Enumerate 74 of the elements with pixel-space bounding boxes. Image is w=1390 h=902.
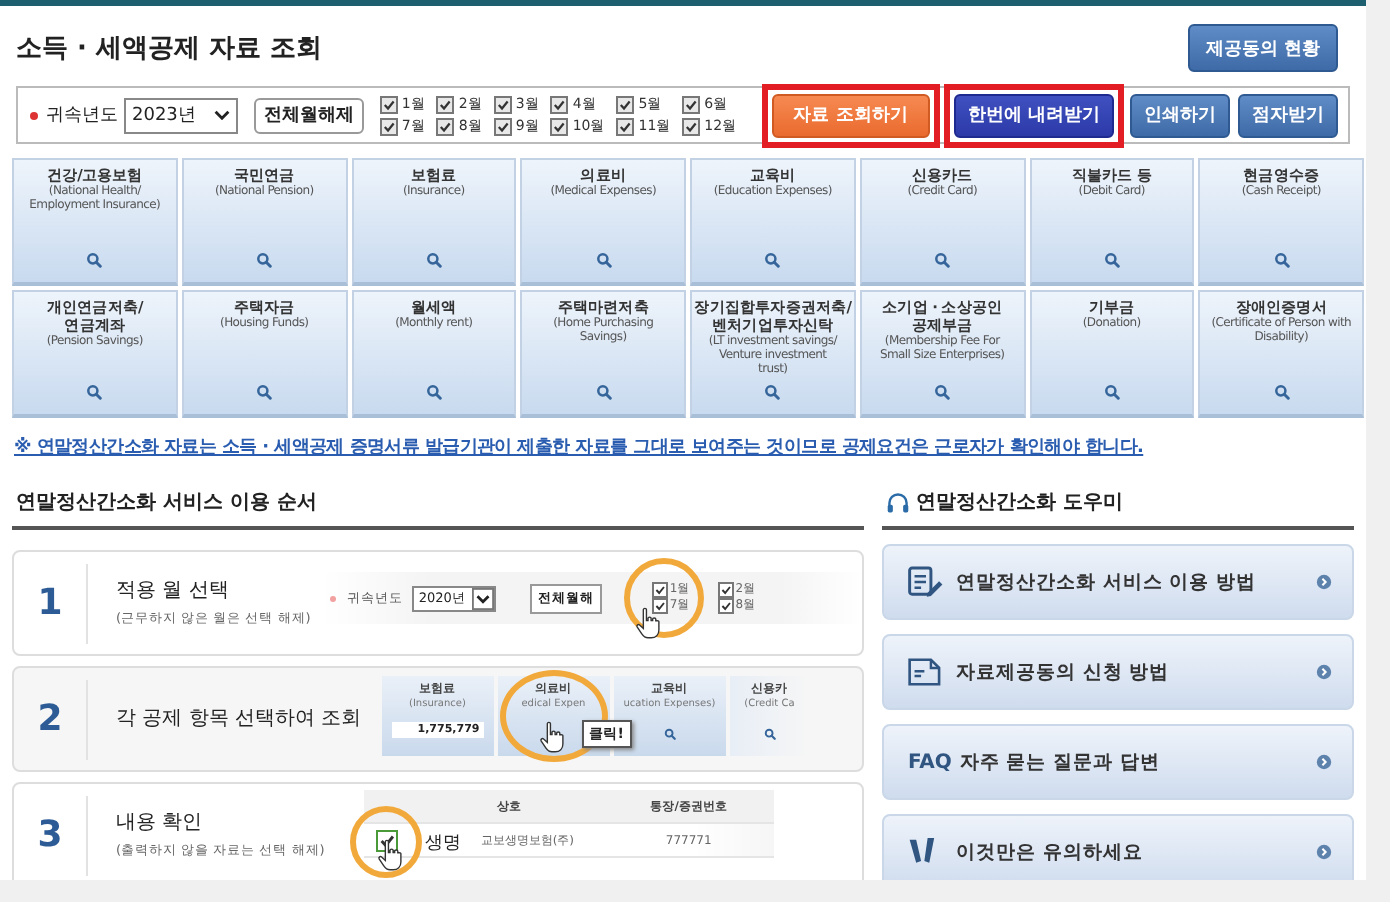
- chevron-down-icon: [213, 110, 230, 120]
- checkbox[interactable]: [616, 95, 635, 113]
- checkbox[interactable]: [493, 117, 512, 135]
- search-icon: [595, 384, 612, 400]
- document-pencil-icon: [908, 566, 944, 598]
- search-icon: [595, 252, 612, 268]
- page-title: 소득 · 세액공제 자료 조회: [16, 32, 323, 66]
- checkbox[interactable]: [717, 598, 734, 614]
- checkbox[interactable]: [682, 95, 701, 113]
- notice-link[interactable]: ※ 연말정산간소화 자료는 소득 · 세액공제 증명서류 발급기관이 제출한 자료를 그대로 보여주는 것이므로 공제요건은 근로자가 확인해야 합니다.: [14, 434, 1366, 460]
- checkbox[interactable]: [550, 95, 569, 113]
- search-icon: [1273, 384, 1290, 400]
- checkbox[interactable]: [616, 117, 635, 135]
- search-icon: [934, 384, 951, 400]
- step-number: 3: [14, 795, 88, 875]
- checkbox[interactable]: [550, 117, 569, 135]
- search-icon: [934, 252, 951, 268]
- search-icon: [663, 728, 676, 740]
- checkbox[interactable]: [379, 95, 398, 113]
- year-select[interactable]: 2023년: [124, 97, 238, 133]
- search-icon: [764, 384, 781, 400]
- required-dot-icon: [330, 595, 337, 601]
- search-icon: [86, 252, 103, 268]
- step-title: 각 공제 항목 선택하여 조회: [116, 706, 362, 732]
- help-label: 자료제공동의 신청 방법: [956, 659, 1172, 685]
- search-icon: [1103, 384, 1120, 400]
- magnified-text: 생명: [424, 832, 461, 856]
- arrow-circle-icon: [1316, 844, 1332, 860]
- help-link[interactable]: FAQ 자주 묻는 질문과 답변: [882, 724, 1354, 800]
- arrow-circle-icon: [1316, 754, 1332, 770]
- section-title: 연말정산간소화 도우미: [916, 490, 1123, 516]
- help-label: 이것만은 유의하세요: [956, 839, 1145, 865]
- checkbox[interactable]: [436, 95, 455, 113]
- year-label: 귀속년도: [46, 104, 118, 128]
- action-button[interactable]: 인쇄하기: [1130, 93, 1230, 137]
- search-icon: [1273, 252, 1290, 268]
- step-number: 2: [14, 679, 88, 759]
- checkbox[interactable]: [651, 598, 668, 614]
- help-label: 자주 묻는 질문과 답변: [959, 749, 1162, 775]
- search-icon: [256, 252, 273, 268]
- search-icon: [86, 384, 103, 400]
- toggle-months-button[interactable]: 전체월해제: [253, 97, 364, 133]
- hand-cursor-icon: [633, 606, 662, 640]
- search-icon: [1103, 252, 1120, 268]
- arrow-circle-icon: [1316, 574, 1332, 590]
- checkbox[interactable]: [682, 117, 701, 135]
- section-title: 연말정산간소화 서비스 이용 순서: [12, 488, 864, 530]
- checkbox[interactable]: [651, 582, 668, 598]
- help-link[interactable]: 연말정산간소화 서비스 이용 방법: [882, 544, 1354, 620]
- help-link[interactable]: 이것만은 유의하세요: [882, 814, 1354, 880]
- arrow-circle-icon: [1316, 664, 1332, 680]
- headset-icon: [886, 491, 910, 513]
- status-button[interactable]: 제공동의 현황: [1187, 24, 1338, 72]
- checkbox[interactable]: [493, 95, 512, 113]
- action-button[interactable]: 한번에 내려받기: [953, 93, 1114, 137]
- checkbox[interactable]: [717, 582, 734, 598]
- search-icon: [256, 384, 273, 400]
- step-title: 내용 확인: [116, 810, 205, 836]
- checkbox[interactable]: [436, 117, 455, 135]
- action-button[interactable]: 점자받기: [1238, 93, 1338, 137]
- faq-label: FAQ: [908, 751, 952, 773]
- help-label: 연말정산간소화 서비스 이용 방법: [956, 569, 1258, 595]
- search-icon: [425, 384, 442, 400]
- hand-cursor-icon: [537, 720, 566, 754]
- step-title: 적용 월 선택: [116, 578, 231, 604]
- search-icon: [763, 728, 776, 740]
- help-link[interactable]: 자료제공동의 신청 방법: [882, 634, 1354, 710]
- document-icon: [908, 656, 944, 688]
- required-dot-icon: [30, 111, 38, 119]
- checkbox[interactable]: [379, 117, 398, 135]
- step-number: 1: [14, 563, 88, 643]
- search-icon: [425, 252, 442, 268]
- chevron-down-icon: [471, 587, 494, 609]
- search-icon: [764, 252, 781, 268]
